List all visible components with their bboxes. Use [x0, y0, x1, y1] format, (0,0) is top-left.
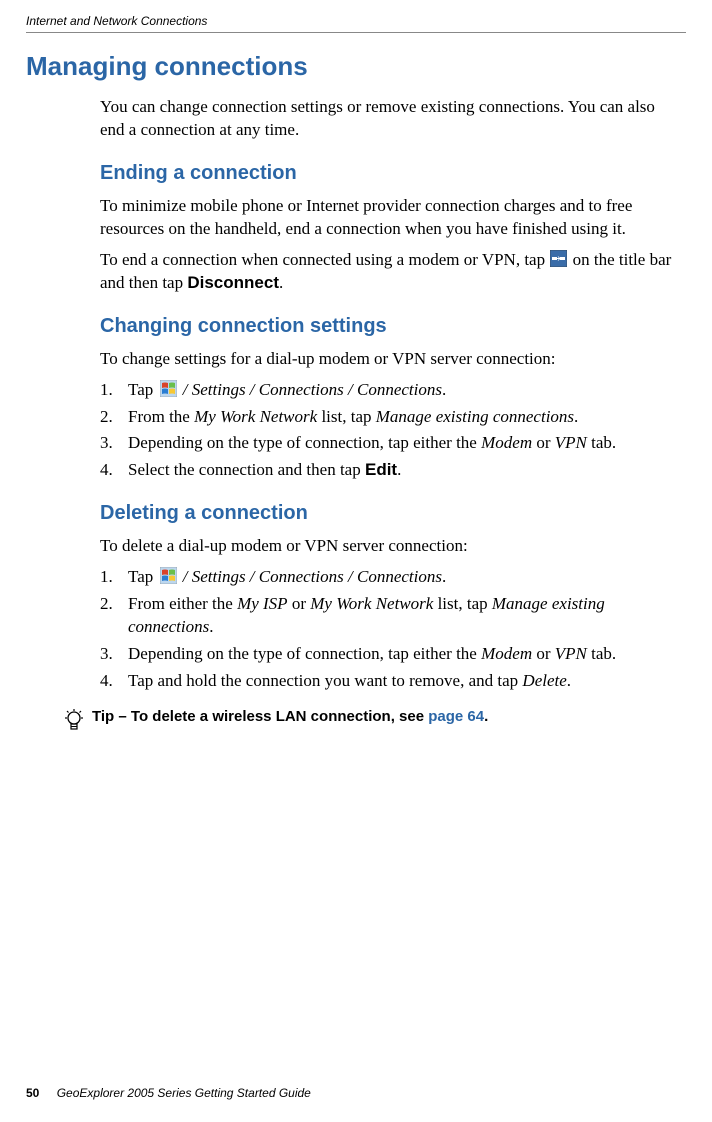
- step-italic: My Work Network: [194, 407, 317, 426]
- ending-p1: To minimize mobile phone or Internet pro…: [100, 195, 676, 241]
- step-content: Tap / Settings / Connections / Connectio…: [128, 566, 676, 589]
- connectivity-icon: [550, 250, 567, 267]
- step-text: Tap: [128, 380, 158, 399]
- step-dot: .: [442, 380, 446, 399]
- tip-body: To delete a wireless LAN connection, see: [131, 708, 428, 725]
- disconnect-label: Disconnect: [187, 273, 279, 292]
- step-italic: Delete: [522, 671, 566, 690]
- step-italic: My Work Network: [310, 594, 433, 613]
- ending-dot: .: [279, 273, 283, 292]
- step-content: From the My Work Network list, tap Manag…: [128, 406, 676, 429]
- step-number: 4.: [100, 670, 128, 693]
- windows-start-icon: [160, 380, 177, 397]
- step-path: / Settings / Connections / Connections: [179, 567, 442, 586]
- tip-callout: Tip – To delete a wireless LAN connectio…: [64, 707, 676, 738]
- ending-p2a: To end a connection when connected using…: [100, 250, 549, 269]
- list-item: 4. Select the connection and then tap Ed…: [100, 459, 676, 482]
- tip-link[interactable]: page 64: [428, 708, 484, 725]
- step-dot: .: [567, 671, 571, 690]
- step-text: list, tap: [433, 594, 492, 613]
- list-item: 2. From either the My ISP or My Work Net…: [100, 593, 676, 639]
- step-path: / Settings / Connections / Connections: [179, 380, 442, 399]
- main-title: Managing connections: [26, 51, 712, 82]
- step-number: 2.: [100, 593, 128, 639]
- header-rule: [26, 32, 686, 33]
- step-content: Select the connection and then tap Edit.: [128, 459, 676, 482]
- list-item: 1. Tap / Settings / Connections / Connec…: [100, 566, 676, 589]
- step-content: Tap / Settings / Connections / Connectio…: [128, 379, 676, 402]
- list-item: 1. Tap / Settings / Connections / Connec…: [100, 379, 676, 402]
- tip-label: Tip –: [92, 708, 131, 725]
- step-number: 1.: [100, 566, 128, 589]
- step-dot: .: [442, 567, 446, 586]
- step-text: or: [532, 644, 555, 663]
- step-italic: Manage existing connections: [376, 407, 574, 426]
- step-number: 1.: [100, 379, 128, 402]
- step-dot: .: [209, 617, 213, 636]
- step-content: Tap and hold the connection you want to …: [128, 670, 676, 693]
- step-content: Depending on the type of connection, tap…: [128, 643, 676, 666]
- page-number: 50: [26, 1086, 39, 1100]
- deleting-steps: 1. Tap / Settings / Connections / Connec…: [100, 566, 676, 693]
- step-italic: My ISP: [237, 594, 288, 613]
- changing-lead: To change settings for a dial-up modem o…: [100, 348, 676, 371]
- step-content: From either the My ISP or My Work Networ…: [128, 593, 676, 639]
- step-italic: VPN: [555, 433, 587, 452]
- page-header: Internet and Network Connections: [0, 0, 712, 28]
- step-text: Tap: [128, 567, 158, 586]
- lightbulb-icon: [64, 707, 92, 738]
- step-text: Depending on the type of connection, tap…: [128, 433, 481, 452]
- list-item: 2. From the My Work Network list, tap Ma…: [100, 406, 676, 429]
- step-text: tab.: [587, 433, 616, 452]
- step-italic: Modem: [481, 433, 532, 452]
- step-dot: .: [574, 407, 578, 426]
- windows-start-icon: [160, 567, 177, 584]
- tip-text: Tip – To delete a wireless LAN connectio…: [92, 707, 488, 727]
- sub-heading-ending: Ending a connection: [100, 162, 676, 185]
- step-text: or: [532, 433, 555, 452]
- step-text: list, tap: [317, 407, 376, 426]
- step-dot: .: [397, 460, 401, 479]
- step-text: Depending on the type of connection, tap…: [128, 644, 481, 663]
- edit-label: Edit: [365, 460, 397, 479]
- sub-heading-changing: Changing connection settings: [100, 315, 676, 338]
- list-item: 3. Depending on the type of connection, …: [100, 643, 676, 666]
- step-number: 3.: [100, 432, 128, 455]
- step-text: or: [288, 594, 311, 613]
- step-number: 3.: [100, 643, 128, 666]
- step-text: tab.: [587, 644, 616, 663]
- list-item: 3. Depending on the type of connection, …: [100, 432, 676, 455]
- step-number: 4.: [100, 459, 128, 482]
- deleting-lead: To delete a dial-up modem or VPN server …: [100, 535, 676, 558]
- step-text: From the: [128, 407, 194, 426]
- step-text: Select the connection and then tap: [128, 460, 365, 479]
- step-italic: Modem: [481, 644, 532, 663]
- ending-p2: To end a connection when connected using…: [100, 249, 676, 295]
- intro-paragraph: You can change connection settings or re…: [100, 96, 676, 142]
- changing-steps: 1. Tap / Settings / Connections / Connec…: [100, 379, 676, 483]
- sub-heading-deleting: Deleting a connection: [100, 502, 676, 525]
- page-footer: 50 GeoExplorer 2005 Series Getting Start…: [26, 1086, 311, 1100]
- footer-title: GeoExplorer 2005 Series Getting Started …: [57, 1086, 311, 1100]
- tip-dot: .: [484, 708, 488, 725]
- step-content: Depending on the type of connection, tap…: [128, 432, 676, 455]
- step-text: From either the: [128, 594, 237, 613]
- list-item: 4. Tap and hold the connection you want …: [100, 670, 676, 693]
- step-text: Tap and hold the connection you want to …: [128, 671, 522, 690]
- step-number: 2.: [100, 406, 128, 429]
- step-italic: VPN: [555, 644, 587, 663]
